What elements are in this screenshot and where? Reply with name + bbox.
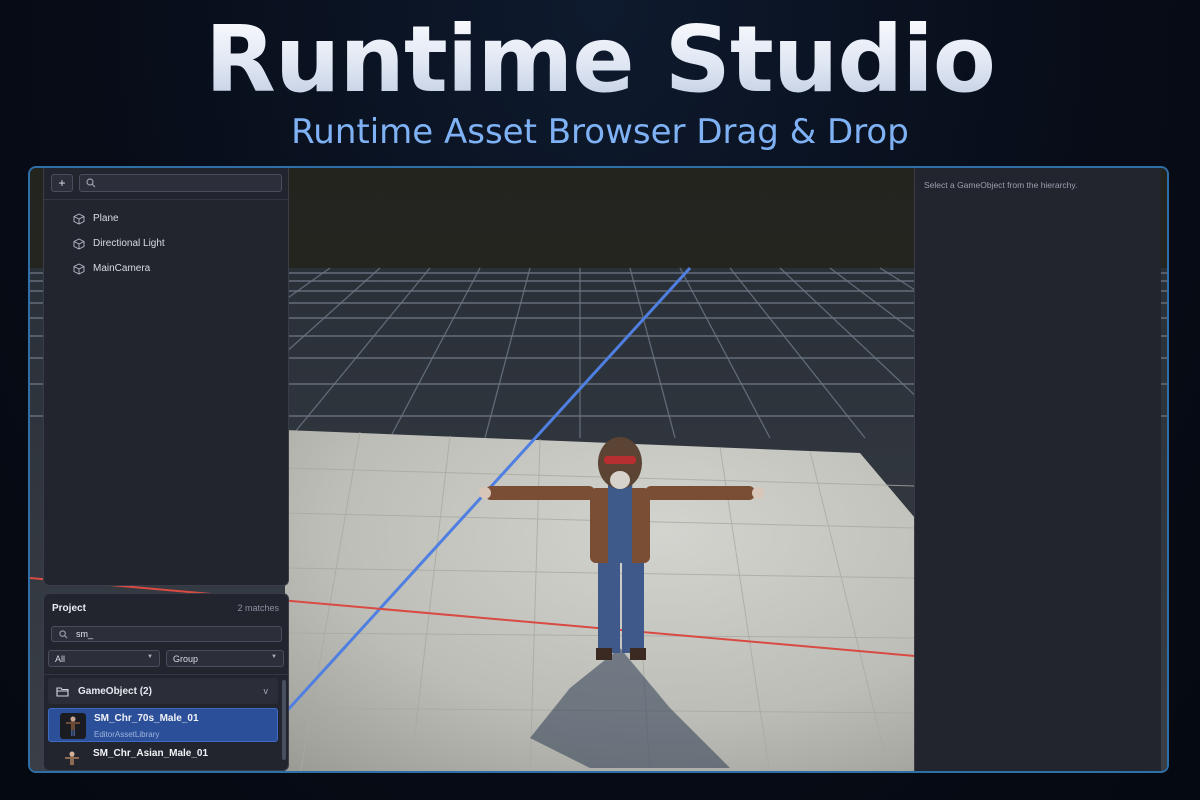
search-value: sm_ bbox=[76, 629, 94, 639]
group-label: GameObject (2) bbox=[78, 686, 152, 697]
type-filter-value: All bbox=[55, 654, 66, 664]
inspector-empty-message: Select a GameObject from the hierarchy. bbox=[924, 180, 1078, 190]
divider bbox=[44, 674, 288, 675]
project-title: Project bbox=[52, 603, 86, 614]
inspector-panel: Select a GameObject from the hierarchy. bbox=[914, 168, 1161, 771]
hero-title: Runtime Studio bbox=[0, 6, 1200, 114]
search-icon bbox=[86, 178, 96, 188]
cube-icon bbox=[73, 262, 85, 275]
asset-name: SM_Chr_Asian_Male_01 bbox=[93, 748, 209, 759]
grouping-value: Group bbox=[173, 654, 199, 664]
hierarchy-item-directional-light[interactable]: Directional Light bbox=[44, 231, 288, 256]
chevron-down-icon: ▼ bbox=[271, 654, 277, 660]
hierarchy-panel: + Plane Directional Light MainCamera bbox=[43, 168, 289, 586]
project-panel: Project 2 matches sm_ All ▼ Group ▼ Game… bbox=[43, 593, 289, 771]
hierarchy-toolbar: + bbox=[44, 168, 288, 200]
search-icon bbox=[59, 630, 68, 639]
add-object-button[interactable]: + bbox=[51, 174, 73, 192]
hierarchy-item-main-camera[interactable]: MainCamera bbox=[44, 256, 288, 281]
hierarchy-item-plane[interactable]: Plane bbox=[44, 206, 288, 231]
cube-icon bbox=[73, 237, 85, 250]
asset-name: SM_Chr_70s_Male_01 bbox=[94, 713, 199, 724]
asset-source: EditorAssetLibrary bbox=[94, 730, 160, 739]
hierarchy-search-input[interactable] bbox=[79, 174, 282, 192]
grouping-dropdown[interactable]: Group ▼ bbox=[166, 650, 284, 667]
asset-item[interactable]: SM_Chr_70s_Male_01 EditorAssetLibrary bbox=[48, 708, 278, 742]
folder-icon bbox=[56, 687, 69, 697]
chevron-down-icon[interactable]: v bbox=[264, 686, 269, 696]
hierarchy-item-label: Directional Light bbox=[93, 238, 165, 249]
cube-icon bbox=[73, 212, 85, 225]
project-search-input[interactable]: sm_ bbox=[51, 626, 282, 642]
project-header: Project 2 matches bbox=[44, 594, 288, 622]
asset-item[interactable]: SM_Chr_Asian_Male_01 bbox=[48, 744, 278, 770]
asset-group-gameobject[interactable]: GameObject (2) v bbox=[48, 678, 278, 704]
project-scrollbar[interactable] bbox=[282, 680, 286, 760]
hierarchy-list: Plane Directional Light MainCamera bbox=[44, 206, 288, 281]
editor-window: + Plane Directional Light MainCamera Pro… bbox=[28, 166, 1169, 773]
chevron-down-icon: ▼ bbox=[147, 654, 153, 660]
asset-thumbnail bbox=[60, 713, 86, 739]
hierarchy-item-label: MainCamera bbox=[93, 263, 151, 274]
hero-subtitle: Runtime Asset Browser Drag & Drop bbox=[291, 112, 909, 152]
match-count: 2 matches bbox=[237, 603, 279, 613]
hierarchy-item-label: Plane bbox=[93, 213, 119, 224]
type-filter-dropdown[interactable]: All ▼ bbox=[48, 650, 160, 667]
asset-thumbnail bbox=[59, 748, 85, 770]
